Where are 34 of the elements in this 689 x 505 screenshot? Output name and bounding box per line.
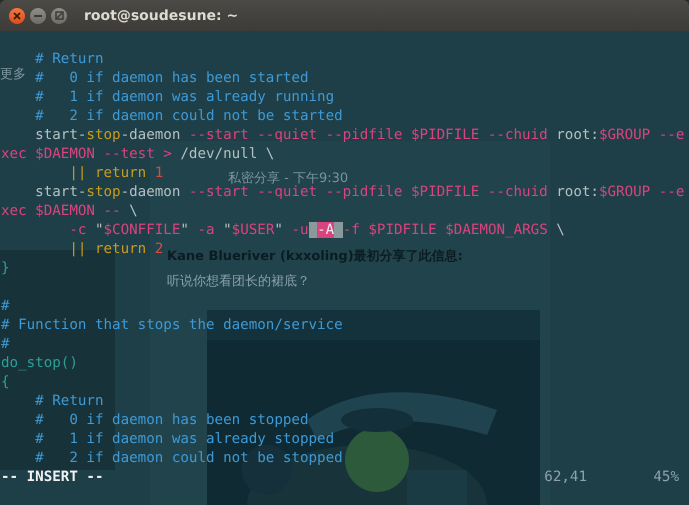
code-line: # Return [35,393,104,409]
code-line: # 1 if daemon was already stopped [35,431,334,447]
minimize-icon [34,14,42,16]
maximize-button[interactable] [51,8,67,24]
code-line: xec $DAEMON --test > /dev/null \ [1,146,274,162]
maximize-icon [54,11,64,20]
code-line: # [1,298,10,314]
code-line: -c "$CONFFILE" -a "$USER" -u -A -f $PIDFILE $DAEMON_ARGS \ [69,222,565,238]
minimize-button[interactable] [30,8,46,24]
close-button[interactable] [9,8,25,24]
code-line: # 2 if daemon could not be started [35,108,343,124]
code-line: || return 2 [69,241,164,257]
close-icon [13,12,21,20]
code-line: start-stop-daemon --start --quiet --pidfile $PIDFILE --chuid root:$GROUP --e [35,127,684,143]
code-line: { [1,374,10,390]
code-line: # Return [35,51,104,67]
background-text: 私密分享 - 下午9:30 [228,170,348,186]
background-text: 听说你想看团长的裙底？ [167,273,310,290]
code-line: xec $DAEMON -- \ [1,203,138,219]
code-line: start-stop-daemon --start --quiet --pidfile $PIDFILE --chuid root:$GROUP --e [35,184,684,200]
code-line: do_stop() [1,355,78,371]
code-line: # Function that stops the daemon/service [1,317,343,333]
background-text: 更多 [0,66,26,83]
cursor-position: 62,41 [544,468,587,487]
code-line: # 2 if daemon could not be stopped [35,450,343,466]
code-line: # 0 if daemon has been stopped [35,412,309,428]
code-line: # [1,336,10,352]
window-title: root@soudesune: ~ [84,8,238,24]
code-line: } [1,260,10,276]
scroll-percent: 45% [652,468,680,487]
code-line: || return 1 [69,165,164,181]
code-line: # 1 if daemon was already running [35,89,334,105]
code-line: # 0 if daemon has been started [35,70,309,86]
mode-indicator: -- INSERT -- [1,468,104,487]
